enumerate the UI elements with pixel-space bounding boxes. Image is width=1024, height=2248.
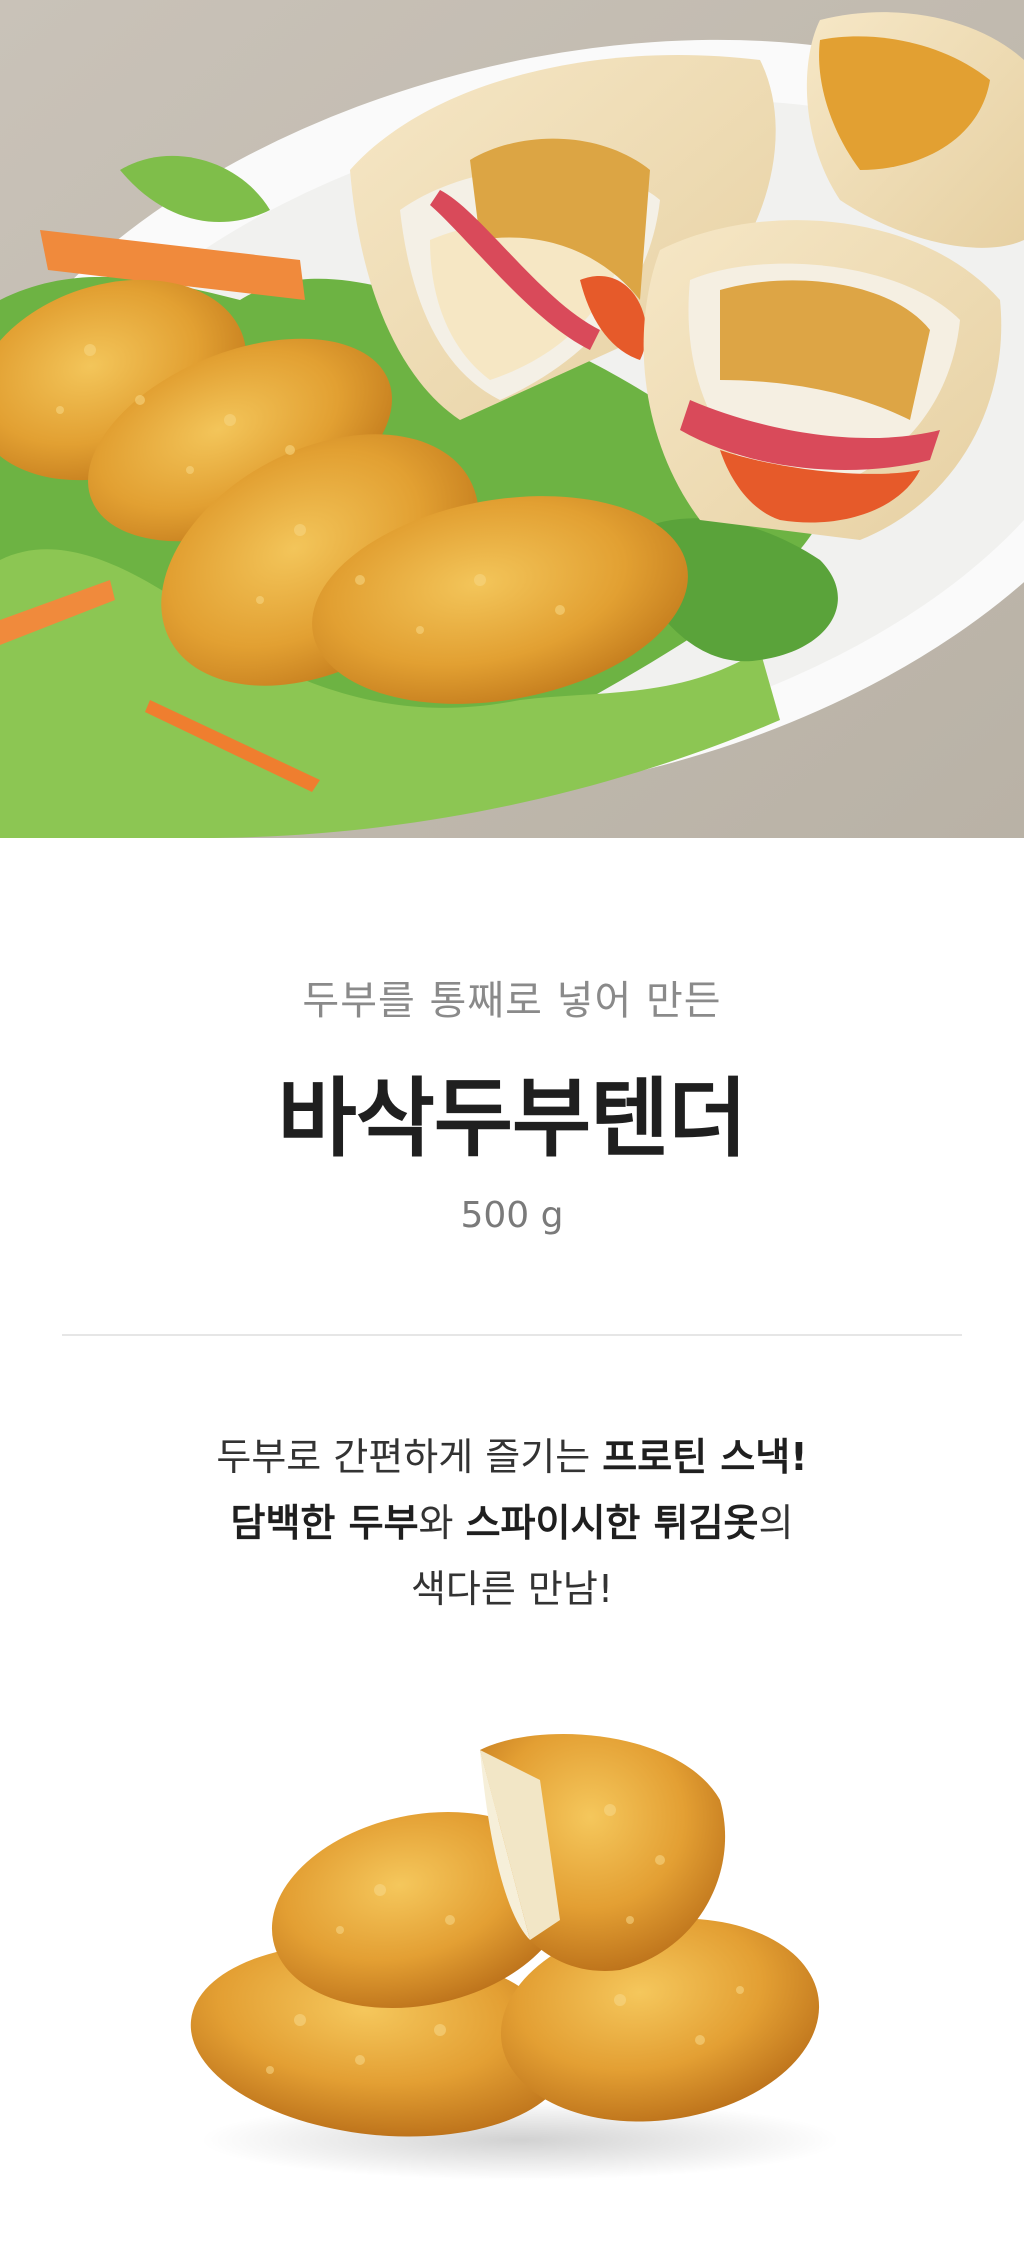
- product-description: 두부로 간편하게 즐기는 프로틴 스낵! 담백한 두부와 스파이시한 튀김옷의 …: [0, 1424, 1024, 1622]
- description-line-3: 색다른 만남!: [0, 1556, 1024, 1622]
- hero-food-image: [0, 0, 1024, 838]
- section-divider: [62, 1334, 962, 1336]
- description-highlight: 스파이시한 튀김옷: [465, 1501, 759, 1545]
- description-line-1: 두부로 간편하게 즐기는 프로틴 스낵!: [0, 1424, 1024, 1490]
- description-text: 색다른 만남!: [410, 1567, 614, 1611]
- description-text: 의: [758, 1501, 794, 1545]
- description-text: 와: [418, 1501, 466, 1545]
- description-highlight: 프로틴 스낵!: [602, 1435, 808, 1479]
- product-subtitle: 두부를 통째로 넣어 만든: [302, 978, 722, 1024]
- nuggets-illustration: [190, 1734, 840, 2180]
- hero-photo-illustration: [0, 0, 1024, 838]
- product-title: 바삭두부텐더: [277, 1069, 748, 1169]
- description-line-2: 담백한 두부와 스파이시한 튀김옷의: [0, 1490, 1024, 1556]
- description-highlight: 담백한 두부: [230, 1501, 419, 1545]
- product-nuggets-image: [180, 1720, 860, 2180]
- description-text: 두부로 간편하게 즐기는: [216, 1435, 603, 1479]
- product-weight: 500 g: [460, 1195, 564, 1236]
